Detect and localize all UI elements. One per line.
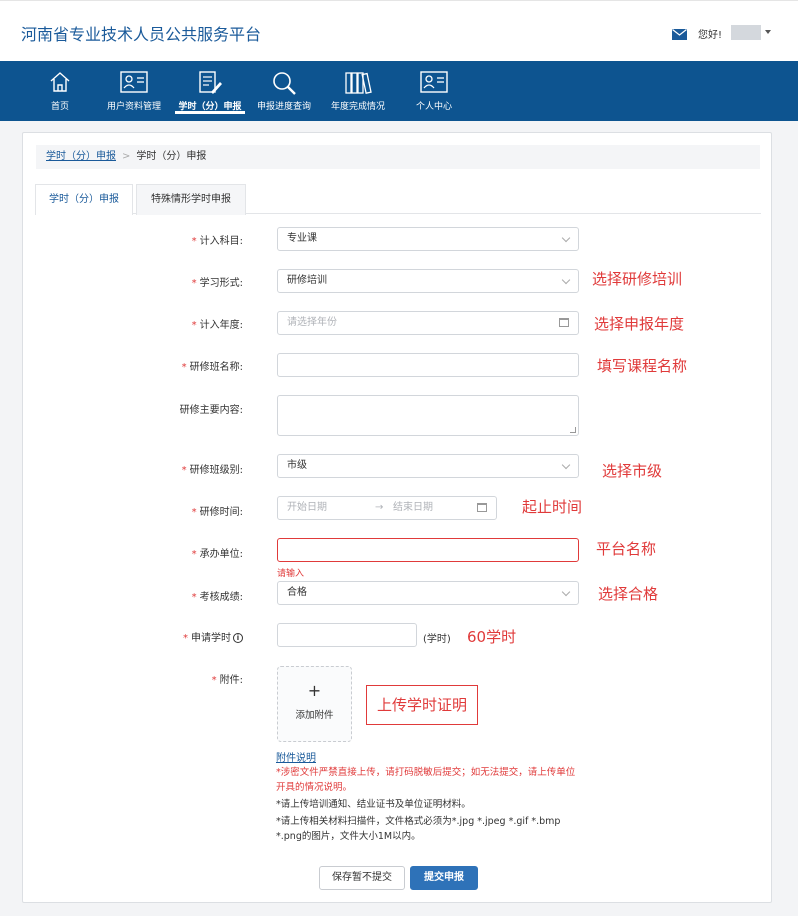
breadcrumb-separator: >: [122, 151, 131, 162]
user-name-blurred[interactable]: [731, 25, 761, 40]
annotation-class-name: 填写课程名称: [597, 357, 688, 375]
add-attachment-button[interactable]: + 添加附件: [277, 666, 352, 742]
hours-input[interactable]: [277, 623, 417, 647]
result-value: 合格: [287, 587, 307, 598]
mail-icon[interactable]: [672, 29, 687, 40]
year-placeholder: 请选择年份: [287, 317, 337, 328]
user-menu-caret-icon[interactable]: [765, 30, 771, 34]
chevron-down-icon: [561, 275, 571, 285]
class-name-label: * 研修班名称:: [181, 362, 243, 373]
hours-unit: (学时): [423, 634, 451, 645]
annotation-study-form: 选择研修培训: [592, 270, 683, 288]
annotation-result: 选择合格: [598, 585, 659, 603]
note-upload-materials: *请上传培训通知、结业证书及单位证明材料。: [276, 799, 471, 810]
subject-value: 专业课: [287, 233, 317, 244]
nav-label: 首页: [50, 102, 69, 112]
annotation-attachment: 上传学时证明: [366, 685, 478, 725]
study-form-value: 研修培训: [287, 275, 327, 286]
attachment-label: * 附件:: [211, 675, 243, 686]
time-label: * 研修时间:: [191, 507, 243, 518]
greeting-text: 您好!: [698, 30, 723, 41]
user-card-icon: [120, 71, 148, 93]
calendar-icon: [477, 503, 487, 512]
site-title: 河南省专业技术人员公共服务平台: [21, 25, 262, 44]
chevron-down-icon: [561, 587, 571, 597]
annotation-hours: 60学时: [467, 628, 517, 646]
date-range-picker[interactable]: 开始日期 → 结束日期: [277, 496, 497, 520]
annotation-time: 起止时间: [522, 498, 583, 516]
end-date-placeholder: 结束日期: [393, 502, 433, 513]
nav-item-annual-status[interactable]: 年度完成情况: [326, 61, 390, 121]
class-name-input[interactable]: [277, 353, 579, 377]
resize-handle-icon[interactable]: [570, 427, 576, 433]
active-nav-underline: [175, 111, 245, 114]
tab-hours-declare[interactable]: 学时（分）申报: [35, 184, 133, 215]
tab-special-hours[interactable]: 特殊情形学时申报: [136, 184, 246, 215]
nav-label: 年度完成情况: [330, 102, 385, 112]
year-label: * 计入年度:: [191, 320, 243, 331]
note-file-format: *请上传相关材料扫描件，文件格式必须为*.jpg *.jpeg *.gif *.…: [276, 816, 561, 842]
nav-item-personal-center[interactable]: 个人中心: [408, 61, 460, 121]
breadcrumb-link[interactable]: 学时（分）申报: [46, 151, 116, 162]
nav-item-user-profile[interactable]: 用户资料管理: [100, 61, 168, 121]
content-label: 研修主要内容:: [179, 405, 243, 416]
organizer-error: 请输入: [277, 569, 305, 579]
level-select[interactable]: 市级: [277, 454, 579, 478]
breadcrumb-current: 学时（分）申报: [136, 151, 207, 162]
nav-label: 申报进度查询: [256, 102, 311, 112]
tab-bar: 学时（分）申报 特殊情形学时申报: [35, 184, 761, 215]
profile-card-icon: [420, 71, 448, 93]
nav-item-hours-declare[interactable]: 学时（分）申报: [172, 61, 248, 121]
subject-select[interactable]: 专业课: [277, 227, 579, 251]
top-bar: 河南省专业技术人员公共服务平台 您好!: [0, 0, 798, 61]
nav-label: 个人中心: [415, 102, 452, 112]
chevron-down-icon: [561, 233, 571, 243]
note-confidential: *涉密文件严禁直接上传，请打码脱敏后提交；如无法提交，请上传单位开具的情况说明。: [276, 767, 576, 793]
subject-label: * 计入科目:: [191, 236, 243, 247]
result-select[interactable]: 合格: [277, 581, 579, 605]
annotation-level: 选择市级: [602, 462, 663, 480]
hours-label: * 申请学时 i: [183, 629, 243, 644]
organizer-input[interactable]: [277, 538, 579, 562]
home-icon: [50, 72, 70, 92]
submit-button[interactable]: 提交申报: [410, 866, 478, 890]
document-edit-icon: [199, 71, 222, 94]
annotation-year: 选择申报年度: [594, 315, 685, 333]
search-icon: [273, 72, 296, 95]
main-nav: 首页 用户资料管理 学时（分）申报 申报进度查询 年度完成情况 个人中心: [0, 61, 798, 121]
nav-label: 用户资料管理: [106, 102, 161, 112]
result-label: * 考核成绩:: [191, 592, 243, 603]
plus-icon: +: [307, 681, 322, 700]
content-textarea[interactable]: [277, 395, 579, 436]
info-icon[interactable]: i: [233, 633, 243, 643]
main-panel: 学时（分）申报 > 学时（分）申报 学时（分）申报 特殊情形学时申报 * 计入科目: …: [22, 132, 772, 903]
breadcrumb: 学时（分）申报 > 学时（分）申报: [36, 145, 760, 169]
start-date-placeholder: 开始日期: [287, 502, 327, 513]
organizer-label: * 承办单位:: [191, 549, 243, 560]
books-icon: [345, 72, 372, 94]
calendar-icon: [559, 318, 569, 327]
nav-item-progress-query[interactable]: 申报进度查询: [252, 61, 316, 121]
chevron-down-icon: [561, 460, 571, 470]
level-label: * 研修班级别:: [181, 465, 243, 476]
add-attachment-label: 添加附件: [295, 710, 334, 721]
year-picker[interactable]: 请选择年份: [277, 311, 579, 335]
level-value: 市级: [287, 460, 307, 471]
save-draft-button[interactable]: 保存暂不提交: [319, 866, 405, 890]
study-form-select[interactable]: 研修培训: [277, 269, 579, 293]
study-form-label: * 学习形式:: [191, 278, 243, 289]
nav-item-home[interactable]: 首页: [35, 61, 85, 121]
attachment-help-link[interactable]: 附件说明: [276, 749, 316, 764]
annotation-organizer: 平台名称: [596, 540, 657, 558]
range-arrow-icon: →: [375, 502, 384, 513]
